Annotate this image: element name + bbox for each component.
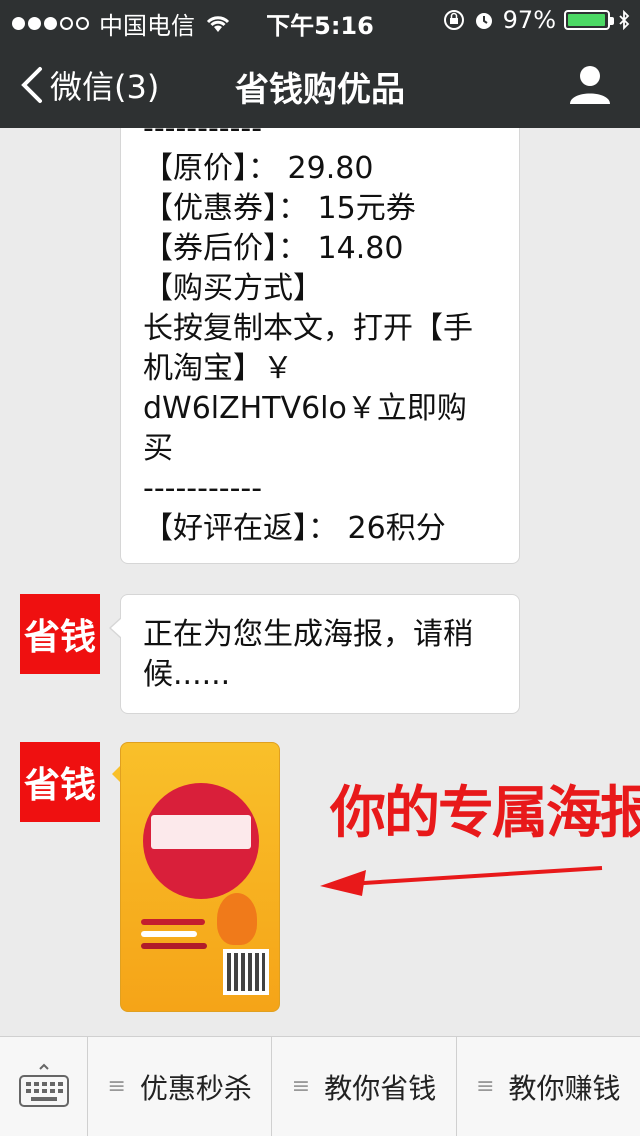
poster-text-graphic (141, 943, 207, 949)
message-line: ----------- (143, 471, 263, 506)
bluetooth-icon (619, 10, 630, 30)
battery-icon (564, 10, 614, 30)
avatar[interactable]: 省钱 (20, 742, 100, 822)
navigation-bar: 微信(3) 省钱购优品 (0, 40, 640, 128)
bottom-menu-bar: ≡ 优惠秒杀 ≡ 教你省钱 ≡ 教你赚钱 (0, 1036, 640, 1136)
menu-item-label: 优惠秒杀 (139, 1071, 252, 1105)
menu-item-label: 教你省钱 (324, 1071, 437, 1105)
orientation-lock-icon (443, 10, 464, 30)
qr-code-icon (223, 949, 269, 995)
message-text: 正在为您生成海报，请稍候...... (143, 617, 473, 692)
status-right: 97% (443, 6, 630, 34)
message-line: 【优惠券】： 15元券 (143, 191, 416, 226)
poster-text-graphic (141, 919, 205, 925)
status-bar: 中国电信 下午5:16 97% (0, 0, 640, 40)
arrow-left-icon (320, 866, 603, 896)
menu-item-flash-sale[interactable]: ≡ 优惠秒杀 (88, 1037, 273, 1136)
generating-message-bubble[interactable]: 正在为您生成海报，请稍候...... (109, 594, 520, 714)
keyboard-toggle-button[interactable] (0, 1037, 88, 1136)
menu-item-label: 教你赚钱 (508, 1071, 621, 1105)
avatar[interactable]: 省钱 (20, 594, 100, 674)
user-profile-icon[interactable] (568, 62, 612, 106)
keyboard-icon (18, 1063, 69, 1107)
poster-text-graphic (141, 931, 197, 937)
chat-title: 省钱购优品 (235, 70, 405, 110)
chat-area[interactable]: ----------- 【原价】： 29.80 【优惠券】： 15元券 【券后价… (0, 128, 640, 1036)
menu-list-icon: ≡ (107, 1074, 126, 1099)
poster-annotation: 你的专属海报 (330, 780, 640, 846)
message-line: dW6lZHTV6lo￥立即购 (143, 391, 467, 426)
message-line: 【购买方式】 (143, 271, 323, 306)
message-line: 【好评在返】： 26积分 (143, 511, 446, 546)
message-line: ----------- (143, 128, 263, 146)
menu-list-icon: ≡ (476, 1074, 495, 1099)
message-line: 长按复制本文，打开【手 (143, 311, 473, 346)
menu-list-icon: ≡ (291, 1074, 311, 1099)
poster-image[interactable] (120, 742, 280, 1012)
message-line: 【原价】： 29.80 (143, 151, 374, 186)
message-line: 买 (143, 431, 173, 466)
menu-item-earn-money[interactable]: ≡ 教你赚钱 (457, 1037, 640, 1136)
battery-percent: 97% (502, 6, 556, 34)
message-line: 机淘宝】￥ (143, 351, 293, 386)
menu-item-save-money[interactable]: ≡ 教你省钱 (272, 1037, 457, 1136)
poster-mascot-graphic (217, 893, 257, 945)
alarm-icon (475, 13, 492, 29)
poster-band-graphic (151, 815, 251, 849)
product-message-bubble[interactable]: ----------- 【原价】： 29.80 【优惠券】： 15元券 【券后价… (120, 128, 520, 564)
message-line: 【券后价】： 14.80 (143, 231, 404, 266)
